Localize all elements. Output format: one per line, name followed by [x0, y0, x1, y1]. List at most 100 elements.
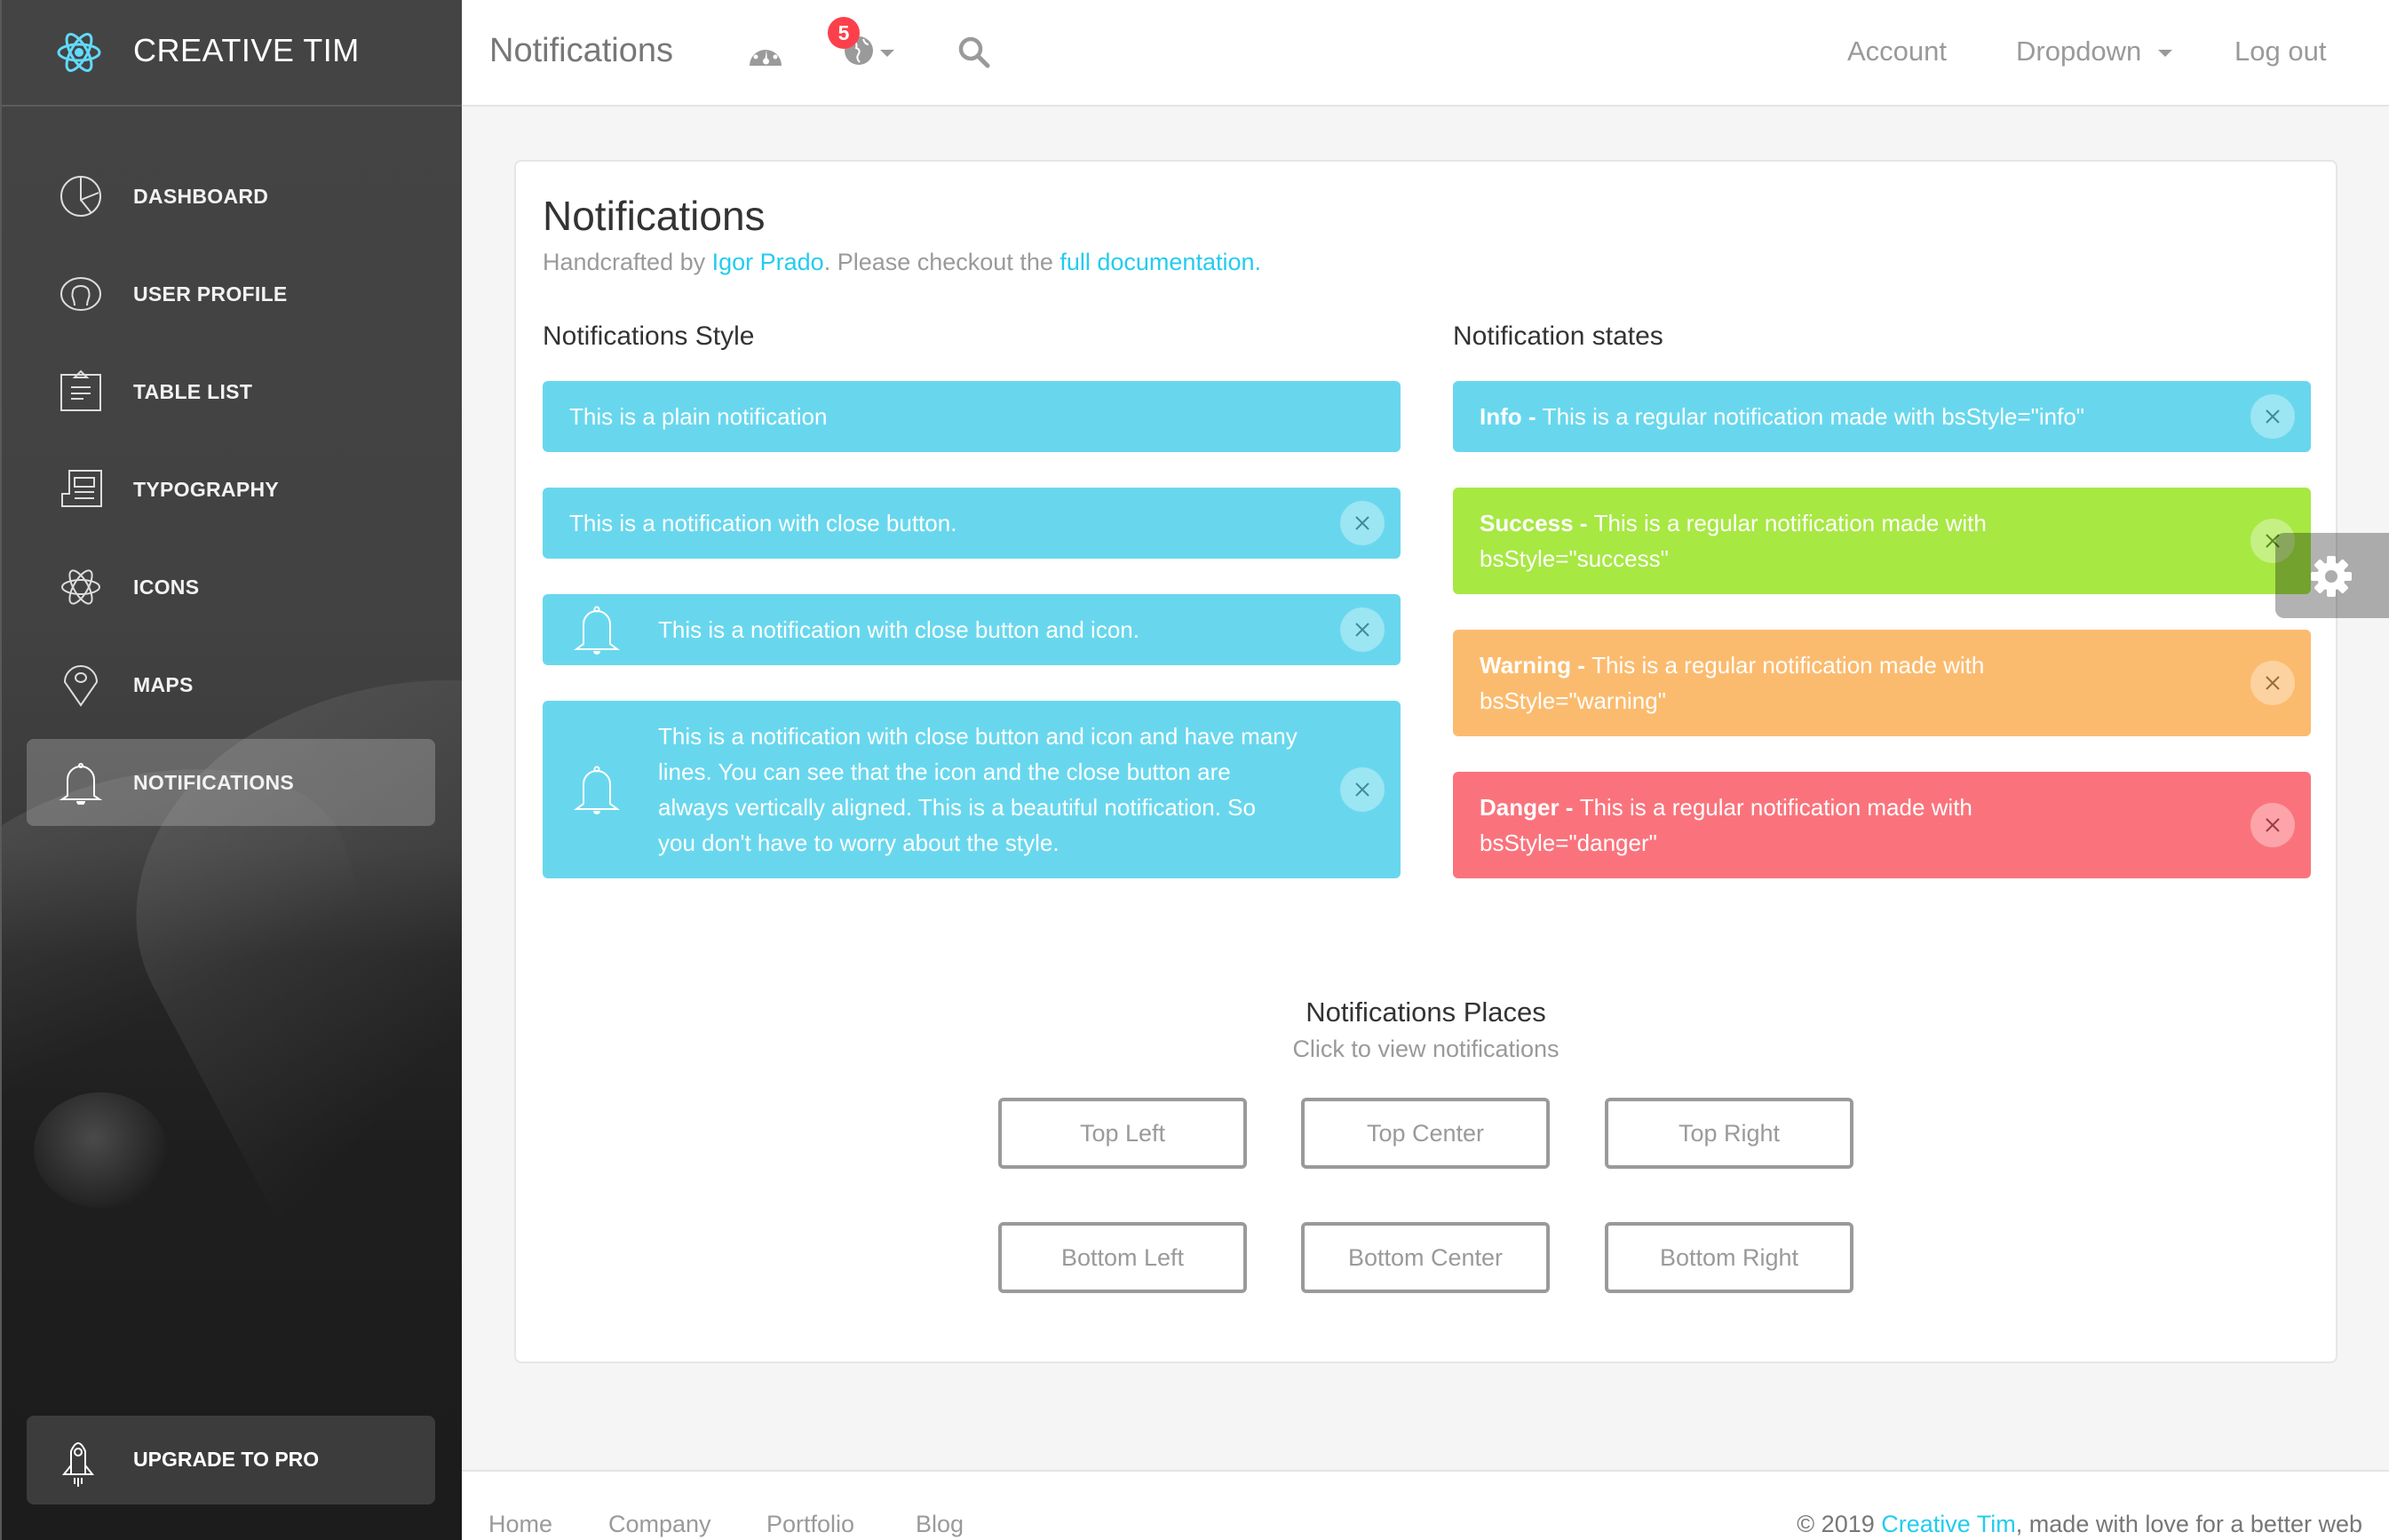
notification-states-heading: Notification states [1453, 321, 1663, 351]
sidebar-item-typography[interactable]: TYPOGRAPHY [27, 446, 435, 533]
sidebar-item-icons[interactable]: ICONS [27, 544, 435, 631]
alert-label: Danger - [1480, 794, 1580, 821]
sidebar-item-label: TYPOGRAPHY [133, 477, 280, 501]
alert-text: This is a notification with close button… [658, 723, 1298, 856]
close-button[interactable] [2250, 661, 2295, 705]
sidebar-item-dashboard[interactable]: DASHBOARD [27, 153, 435, 240]
subtitle-text: Handcrafted by [543, 249, 712, 275]
danger-notification: Danger - This is a regular notification … [1453, 772, 2311, 878]
copyright-suffix: , made with love for a better web [2015, 1511, 2362, 1537]
creative-tim-link[interactable]: Creative Tim [1881, 1511, 2016, 1537]
bell-icon [59, 763, 103, 805]
close-icon [2266, 676, 2280, 690]
pie-chart-icon [60, 176, 101, 217]
sidebar-item-label: NOTIFICATIONS [133, 770, 295, 794]
notifications-places-subtitle: Click to view notifications [1292, 1036, 1560, 1062]
caret-down-icon [880, 50, 894, 57]
notifications-style-heading: Notifications Style [543, 321, 755, 351]
upgrade-to-pro-button[interactable]: UPGRADE TO PRO [27, 1416, 435, 1504]
brand-name: CREATIVE TIM [133, 32, 360, 68]
dropdown-label: Dropdown [2016, 36, 2142, 67]
bottom-center-button[interactable]: Bottom Center [1301, 1222, 1550, 1293]
author-link[interactable]: Igor Prado [712, 249, 824, 275]
success-notification: Success - This is a regular notification… [1453, 488, 2311, 594]
close-icon [1355, 782, 1369, 797]
close-icon [2266, 409, 2280, 424]
dashboard-gauge-icon[interactable] [748, 37, 783, 66]
brand[interactable]: CREATIVE TIM [0, 0, 462, 107]
sidebar-item-table-list[interactable]: TABLE LIST [27, 348, 435, 435]
user-circle-icon [60, 277, 101, 311]
alert-label: Warning - [1480, 652, 1592, 679]
sidebar-item-label: MAPS [133, 672, 194, 696]
card-title: Notifications [543, 193, 766, 239]
close-icon [2266, 818, 2280, 832]
sidebar-item-user-profile[interactable]: USER PROFILE [27, 250, 435, 337]
alert-label: Success - [1480, 510, 1594, 536]
notification-with-close: This is a notification with close button… [543, 488, 1401, 559]
copyright: © 2019 Creative Tim, made with love for … [1797, 1511, 2362, 1538]
footer-link-company[interactable]: Company [608, 1511, 711, 1538]
card-subtitle: Handcrafted by Igor Prado. Please checko… [543, 249, 1261, 276]
sidebar-background-sheep [34, 1092, 167, 1208]
top-left-button[interactable]: Top Left [998, 1098, 1247, 1169]
sidebar-item-maps[interactable]: MAPS [27, 641, 435, 728]
top-center-button[interactable]: Top Center [1301, 1098, 1550, 1169]
footer-link-portfolio[interactable]: Portfolio [766, 1511, 854, 1538]
map-pin-icon [63, 665, 99, 707]
footer: Home Company Portfolio Blog © 2019 Creat… [462, 1470, 2389, 1540]
footer-link-blog[interactable]: Blog [916, 1511, 964, 1538]
notifications-card: Notifications Handcrafted by Igor Prado.… [514, 160, 2337, 1363]
alert-text: This is a notification with close button… [569, 510, 957, 536]
dropdown-toggle[interactable]: Dropdown [2016, 36, 2172, 67]
close-button[interactable] [1340, 767, 1385, 812]
plain-notification: This is a plain notification [543, 381, 1401, 452]
sidebar-edge [0, 0, 2, 1540]
alert-text: Warning - This is a regular notification… [1480, 647, 2048, 718]
account-link[interactable]: Account [1847, 36, 1947, 67]
atom-icon [61, 569, 100, 605]
notification-count-badge: 5 [828, 17, 860, 49]
settings-plugin-toggle[interactable] [2275, 533, 2389, 618]
close-button[interactable] [2250, 394, 2295, 439]
documentation-link[interactable]: full documentation. [1060, 249, 1261, 275]
rocket-icon [61, 1442, 95, 1487]
alert-label: Info - [1480, 403, 1543, 430]
top-navbar: Notifications 5 Account Dropdown Log out [462, 0, 2389, 107]
gear-icon [2311, 556, 2352, 597]
alert-text: This is a notification with close button… [658, 616, 1139, 643]
sidebar-item-label: DASHBOARD [133, 184, 269, 208]
sidebar-item-label: TABLE LIST [133, 379, 253, 403]
alert-message: This is a regular notification made with… [1542, 403, 2085, 430]
alert-text: Info - This is a regular notification ma… [1480, 399, 2084, 434]
newspaper-icon [61, 470, 102, 507]
search-icon[interactable] [957, 36, 991, 69]
close-icon [1355, 516, 1369, 530]
top-right-button[interactable]: Top Right [1605, 1098, 1853, 1169]
close-button[interactable] [1340, 607, 1385, 652]
sidebar: CREATIVE TIM DASHBOARD USER PROFILE TABL… [0, 0, 462, 1540]
info-notification: Info - This is a regular notification ma… [1453, 381, 2311, 452]
upgrade-label: UPGRADE TO PRO [133, 1448, 320, 1471]
caret-down-icon [2157, 49, 2172, 57]
close-button[interactable] [2250, 803, 2295, 847]
sidebar-item-label: USER PROFILE [133, 282, 288, 306]
logout-link[interactable]: Log out [2234, 36, 2326, 67]
sidebar-item-label: ICONS [133, 575, 200, 599]
alert-text: Danger - This is a regular notification … [1480, 790, 2048, 861]
sidebar-item-notifications[interactable]: NOTIFICATIONS [27, 739, 435, 826]
subtitle-text: . Please checkout the [823, 249, 1060, 275]
warning-notification: Warning - This is a regular notification… [1453, 630, 2311, 736]
react-atom-icon [57, 33, 101, 72]
bottom-left-button[interactable]: Bottom Left [998, 1222, 1247, 1293]
footer-link-home[interactable]: Home [488, 1511, 552, 1538]
notifications-places-title: Notifications Places [1306, 996, 1546, 1028]
alert-text: This is a plain notification [569, 403, 828, 430]
page-title: Notifications [489, 32, 673, 69]
multiline-notification: This is a notification with close button… [543, 701, 1401, 878]
bottom-right-button[interactable]: Bottom Right [1605, 1222, 1853, 1293]
bell-icon [574, 766, 620, 814]
close-button[interactable] [1340, 501, 1385, 545]
notification-with-close-and-icon: This is a notification with close button… [543, 594, 1401, 665]
close-icon [1355, 623, 1369, 637]
